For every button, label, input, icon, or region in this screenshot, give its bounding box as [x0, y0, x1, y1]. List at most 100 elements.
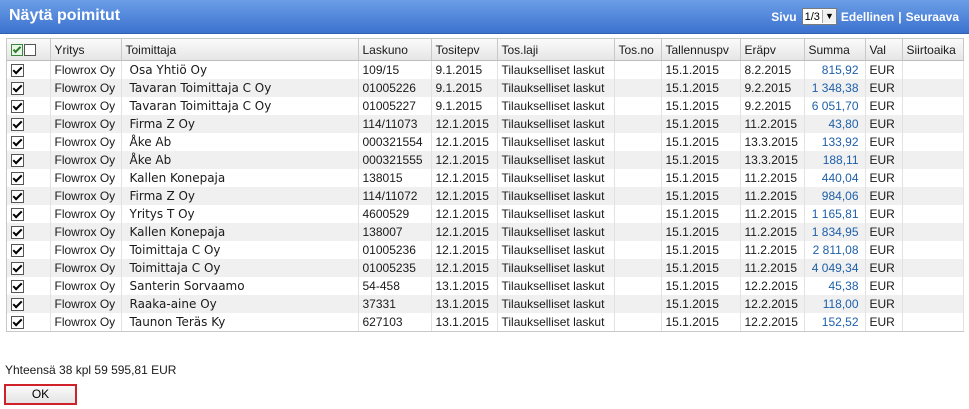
- row-checkbox[interactable]: [11, 262, 24, 276]
- table-row[interactable]: Flowrox Oy Osa Yhtiö Oy 109/15 9.1.2015 Tila…: [7, 60, 964, 79]
- col-siirtoaika[interactable]: Siirtoaika: [902, 39, 964, 61]
- supplier-cell: Åke Ab: [121, 151, 359, 169]
- table-row[interactable]: Flowrox Oy Santerin Sorvaamo 54-458 13.1.20…: [7, 277, 964, 295]
- saved-date-cell: 15.1.2015: [661, 223, 741, 241]
- voucher-number-cell: [614, 295, 662, 313]
- transfer-time-cell: [902, 313, 964, 331]
- next-page-link[interactable]: Seuraava: [906, 10, 959, 24]
- col-val[interactable]: Val: [865, 39, 903, 61]
- ok-button[interactable]: OK: [4, 384, 77, 405]
- table-row[interactable]: Flowrox Oy Kallen Konepaja 138015 12.1.2015…: [7, 169, 964, 187]
- invoice-number-cell: 138015: [358, 169, 432, 187]
- voucher-date-cell: 9.1.2015: [431, 97, 498, 115]
- col-laskuno[interactable]: Laskuno: [358, 39, 432, 61]
- table-row[interactable]: Flowrox Oy Firma Z Oy 114/11073 12.1.2015 Ti…: [7, 115, 964, 133]
- row-checkbox[interactable]: [11, 118, 24, 132]
- chevron-down-icon[interactable]: ▼: [821, 10, 836, 23]
- currency-cell: EUR: [865, 79, 903, 97]
- row-checkbox[interactable]: [11, 82, 24, 96]
- table-row[interactable]: Flowrox Oy Åke Ab 000321554 12.1.2015 Tilauk…: [7, 133, 964, 151]
- row-checkbox-cell[interactable]: [7, 205, 51, 223]
- row-checkbox[interactable]: [11, 280, 24, 294]
- row-checkbox-cell[interactable]: [7, 115, 51, 133]
- row-checkbox[interactable]: [11, 298, 24, 312]
- table-row[interactable]: Flowrox Oy Firma Z Oy 114/11072 12.1.2015 Ti…: [7, 187, 964, 205]
- table-row[interactable]: Flowrox Oy Toimittaja C Oy 01005235 12.1.20…: [7, 259, 964, 277]
- table-row[interactable]: Flowrox Oy Tavaran Toimittaja C Oy 0100522…: [7, 97, 964, 115]
- voucher-date-cell: 13.1.2015: [431, 277, 498, 295]
- row-checkbox[interactable]: [11, 208, 24, 222]
- table-row[interactable]: Flowrox Oy Toimittaja C Oy 01005236 12.1.20…: [7, 241, 964, 259]
- due-date-cell: 11.2.2015: [740, 205, 805, 223]
- currency-cell: EUR: [865, 205, 903, 223]
- table-row[interactable]: Flowrox Oy Taunon Teräs Ky 627103 13.1.2015…: [7, 313, 964, 331]
- row-checkbox-cell[interactable]: [7, 277, 51, 295]
- col-tositepv[interactable]: Tositepv: [431, 39, 498, 61]
- voucher-type-cell: Tilaukselliset laskut: [497, 241, 615, 259]
- row-checkbox[interactable]: [11, 136, 24, 150]
- amount-cell: 1 834,95: [804, 223, 866, 241]
- row-checkbox-cell[interactable]: [7, 259, 51, 277]
- col-yritys[interactable]: Yritys: [50, 39, 122, 61]
- transfer-time-cell: [902, 79, 964, 97]
- table-row[interactable]: Flowrox Oy Raaka-aine Oy 37331 13.1.2015 Til…: [7, 295, 964, 313]
- col-summa[interactable]: Summa: [804, 39, 866, 61]
- select-all-header[interactable]: [7, 39, 51, 61]
- voucher-number-cell: [614, 97, 662, 115]
- voucher-number-cell: [614, 169, 662, 187]
- row-checkbox[interactable]: [11, 316, 24, 330]
- row-checkbox[interactable]: [11, 172, 24, 186]
- invoice-number-cell: 114/11073: [358, 115, 432, 133]
- col-erapv[interactable]: Eräpv: [740, 39, 805, 61]
- row-checkbox-cell[interactable]: [7, 60, 51, 79]
- supplier-cell: Raaka-aine Oy: [121, 295, 359, 313]
- page-select[interactable]: 1/3 ▼: [801, 8, 837, 25]
- supplier-cell: Tavaran Toimittaja C Oy: [121, 79, 359, 97]
- row-checkbox[interactable]: [11, 190, 24, 204]
- table-row[interactable]: Flowrox Oy Yritys T Oy 4600529 12.1.2015 Til…: [7, 205, 964, 223]
- currency-cell: EUR: [865, 169, 903, 187]
- table-row[interactable]: Flowrox Oy Kallen Konepaja 138007 12.1.2015…: [7, 223, 964, 241]
- prev-page-link[interactable]: Edellinen: [841, 10, 894, 24]
- amount-cell: 6 051,70: [804, 97, 866, 115]
- uncheck-all-icon[interactable]: [24, 44, 36, 57]
- saved-date-cell: 15.1.2015: [661, 79, 741, 97]
- row-checkbox-cell[interactable]: [7, 187, 51, 205]
- table-row[interactable]: Flowrox Oy Åke Ab 000321555 12.1.2015 Tilauk…: [7, 151, 964, 169]
- row-checkbox[interactable]: [11, 154, 24, 168]
- row-checkbox[interactable]: [11, 226, 24, 240]
- check-all-icon[interactable]: [11, 44, 23, 57]
- table-row[interactable]: Flowrox Oy Tavaran Toimittaja C Oy 0100522…: [7, 79, 964, 97]
- amount-cell: 1 165,81: [804, 205, 866, 223]
- voucher-number-cell: [614, 115, 662, 133]
- voucher-type-cell: Tilaukselliset laskut: [497, 313, 615, 331]
- row-checkbox-cell[interactable]: [7, 133, 51, 151]
- transfer-time-cell: [902, 169, 964, 187]
- row-checkbox-cell[interactable]: [7, 79, 51, 97]
- supplier-cell: Kallen Konepaja: [121, 169, 359, 187]
- transfer-time-cell: [902, 205, 964, 223]
- supplier-cell: Toimittaja C Oy: [121, 241, 359, 259]
- row-checkbox-cell[interactable]: [7, 241, 51, 259]
- col-toimittaja[interactable]: Toimittaja: [121, 39, 359, 61]
- supplier-cell: Firma Z Oy: [121, 115, 359, 133]
- row-checkbox[interactable]: [11, 244, 24, 258]
- row-checkbox-cell[interactable]: [7, 169, 51, 187]
- col-tallennuspv[interactable]: Tallennuspv: [661, 39, 741, 61]
- select-all-toggle[interactable]: [11, 44, 36, 57]
- row-checkbox-cell[interactable]: [7, 313, 51, 331]
- supplier-cell: Åke Ab: [121, 133, 359, 151]
- row-checkbox-cell[interactable]: [7, 295, 51, 313]
- col-toslaji[interactable]: Tos.laji: [497, 39, 615, 61]
- row-checkbox-cell[interactable]: [7, 97, 51, 115]
- invoice-number-cell: 01005236: [358, 241, 432, 259]
- saved-date-cell: 15.1.2015: [661, 133, 741, 151]
- col-tosno[interactable]: Tos.no: [614, 39, 662, 61]
- saved-date-cell: 15.1.2015: [661, 60, 741, 79]
- saved-date-cell: 15.1.2015: [661, 187, 741, 205]
- row-checkbox[interactable]: [11, 100, 24, 114]
- row-checkbox[interactable]: [11, 64, 24, 78]
- row-checkbox-cell[interactable]: [7, 223, 51, 241]
- due-date-cell: 11.2.2015: [740, 223, 805, 241]
- row-checkbox-cell[interactable]: [7, 151, 51, 169]
